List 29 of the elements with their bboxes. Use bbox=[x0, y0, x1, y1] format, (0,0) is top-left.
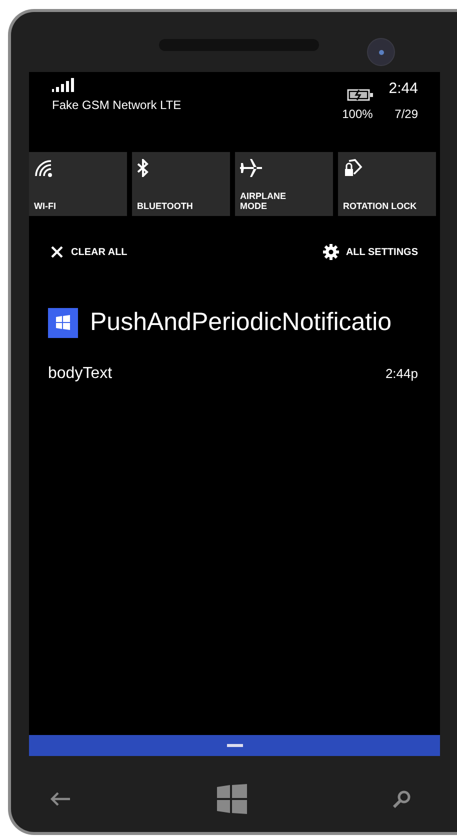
windows-logo-icon[interactable] bbox=[217, 784, 247, 814]
quick-action-tile[interactable]: AIRPLANE MODE bbox=[235, 152, 333, 216]
notification-time: 2:44p bbox=[385, 364, 418, 383]
search-icon[interactable] bbox=[393, 790, 411, 808]
bluetooth-icon bbox=[137, 159, 149, 177]
notification-body: bodyText bbox=[48, 364, 112, 384]
quick-action-tile[interactable]: BLUETOOTH bbox=[132, 152, 230, 216]
network-name: Fake GSM Network LTE bbox=[52, 97, 182, 114]
grip-icon bbox=[226, 744, 242, 747]
battery-charging-icon bbox=[346, 88, 373, 100]
airplane-icon bbox=[240, 159, 262, 177]
close-icon bbox=[51, 246, 63, 258]
battery-percent: 100% bbox=[342, 106, 373, 122]
settings-icon bbox=[322, 244, 339, 260]
date-text: 7/29 bbox=[394, 106, 418, 122]
notification-app-name: PushAndPeriodicNotificatio bbox=[90, 307, 392, 338]
wifi-icon bbox=[34, 159, 54, 177]
app-tile-icon bbox=[48, 308, 78, 338]
quick-action-tile[interactable]: ROTATION LOCK bbox=[338, 152, 436, 216]
signal-strength-icon bbox=[52, 78, 74, 92]
quick-action-tile[interactable]: WI-FI bbox=[29, 152, 127, 216]
all-settings-button[interactable]: ALL SETTINGS bbox=[322, 244, 418, 260]
back-icon[interactable] bbox=[49, 791, 71, 807]
clear-all-button[interactable]: CLEAR ALL bbox=[51, 244, 128, 260]
clock-time: 2:44 bbox=[388, 79, 418, 99]
rotation-lock-icon bbox=[343, 159, 363, 177]
notification-item[interactable]: bodyText 2:44p bbox=[29, 360, 440, 388]
camera-lens bbox=[367, 38, 395, 66]
handle-bar[interactable] bbox=[29, 735, 440, 756]
